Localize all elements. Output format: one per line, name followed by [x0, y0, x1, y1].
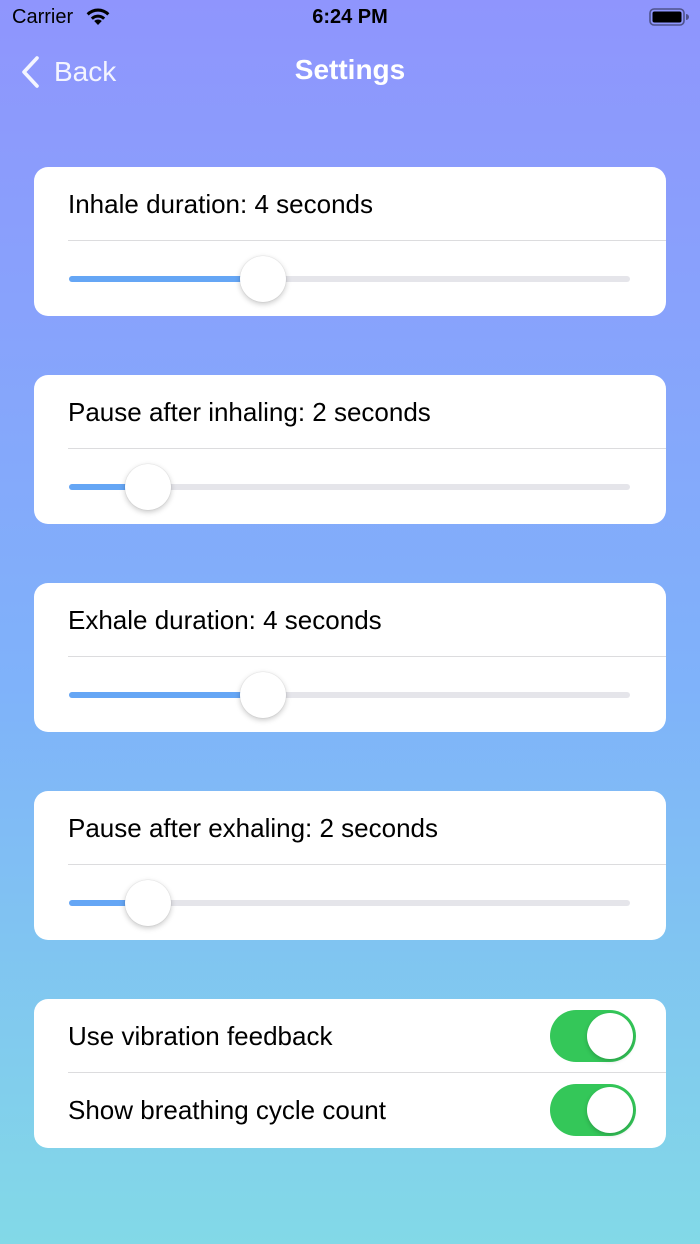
pause-after-exhaling-slider[interactable]: [69, 879, 630, 927]
divider: [68, 864, 666, 865]
inhale-duration-slider[interactable]: [69, 255, 630, 303]
battery-icon: [649, 8, 689, 26]
slider-thumb[interactable]: [124, 464, 171, 510]
divider: [68, 656, 666, 657]
pause-after-exhaling-label: Pause after exhaling: 2 seconds: [68, 813, 439, 843]
navigation-bar: Back Settings: [0, 40, 700, 104]
page-title: Settings: [294, 54, 406, 85]
feedback-options-card: Use vibration feedback Show breathing cy…: [34, 999, 666, 1148]
inhale-duration-card: Inhale duration: 4 seconds: [34, 167, 666, 316]
pause-after-inhaling-label: Pause after inhaling: 2 seconds: [68, 397, 431, 427]
exhale-duration-card: Exhale duration: 4 seconds: [34, 583, 666, 732]
divider: [68, 240, 666, 241]
breathing-cycle-count-label: Show breathing cycle count: [68, 1095, 386, 1125]
breathing-cycle-count-row: Show breathing cycle count: [34, 1073, 666, 1147]
status-time: 6:24 PM: [312, 6, 388, 28]
breathing-cycle-count-toggle[interactable]: [550, 1084, 636, 1136]
slider-fill: [69, 276, 263, 282]
pause-after-exhaling-card: Pause after exhaling: 2 seconds: [34, 791, 666, 940]
vibration-feedback-toggle[interactable]: [550, 1010, 636, 1062]
pause-after-inhaling-slider[interactable]: [69, 463, 630, 511]
status-bar: Carrier 6:24 PM: [0, 0, 700, 40]
exhale-duration-label: Exhale duration: 4 seconds: [68, 605, 382, 635]
slider-thumb[interactable]: [239, 256, 286, 302]
inhale-duration-label: Inhale duration: 4 seconds: [68, 189, 373, 219]
vibration-feedback-row: Use vibration feedback: [34, 999, 666, 1073]
pause-after-inhaling-card: Pause after inhaling: 2 seconds: [34, 375, 666, 524]
divider: [68, 448, 666, 449]
slider-fill: [69, 692, 263, 698]
exhale-duration-slider[interactable]: [69, 671, 630, 719]
toggle-knob: [587, 1087, 633, 1133]
slider-thumb[interactable]: [124, 880, 171, 926]
vibration-feedback-label: Use vibration feedback: [68, 1021, 333, 1051]
toggle-knob: [587, 1013, 633, 1059]
slider-thumb[interactable]: [239, 672, 286, 718]
